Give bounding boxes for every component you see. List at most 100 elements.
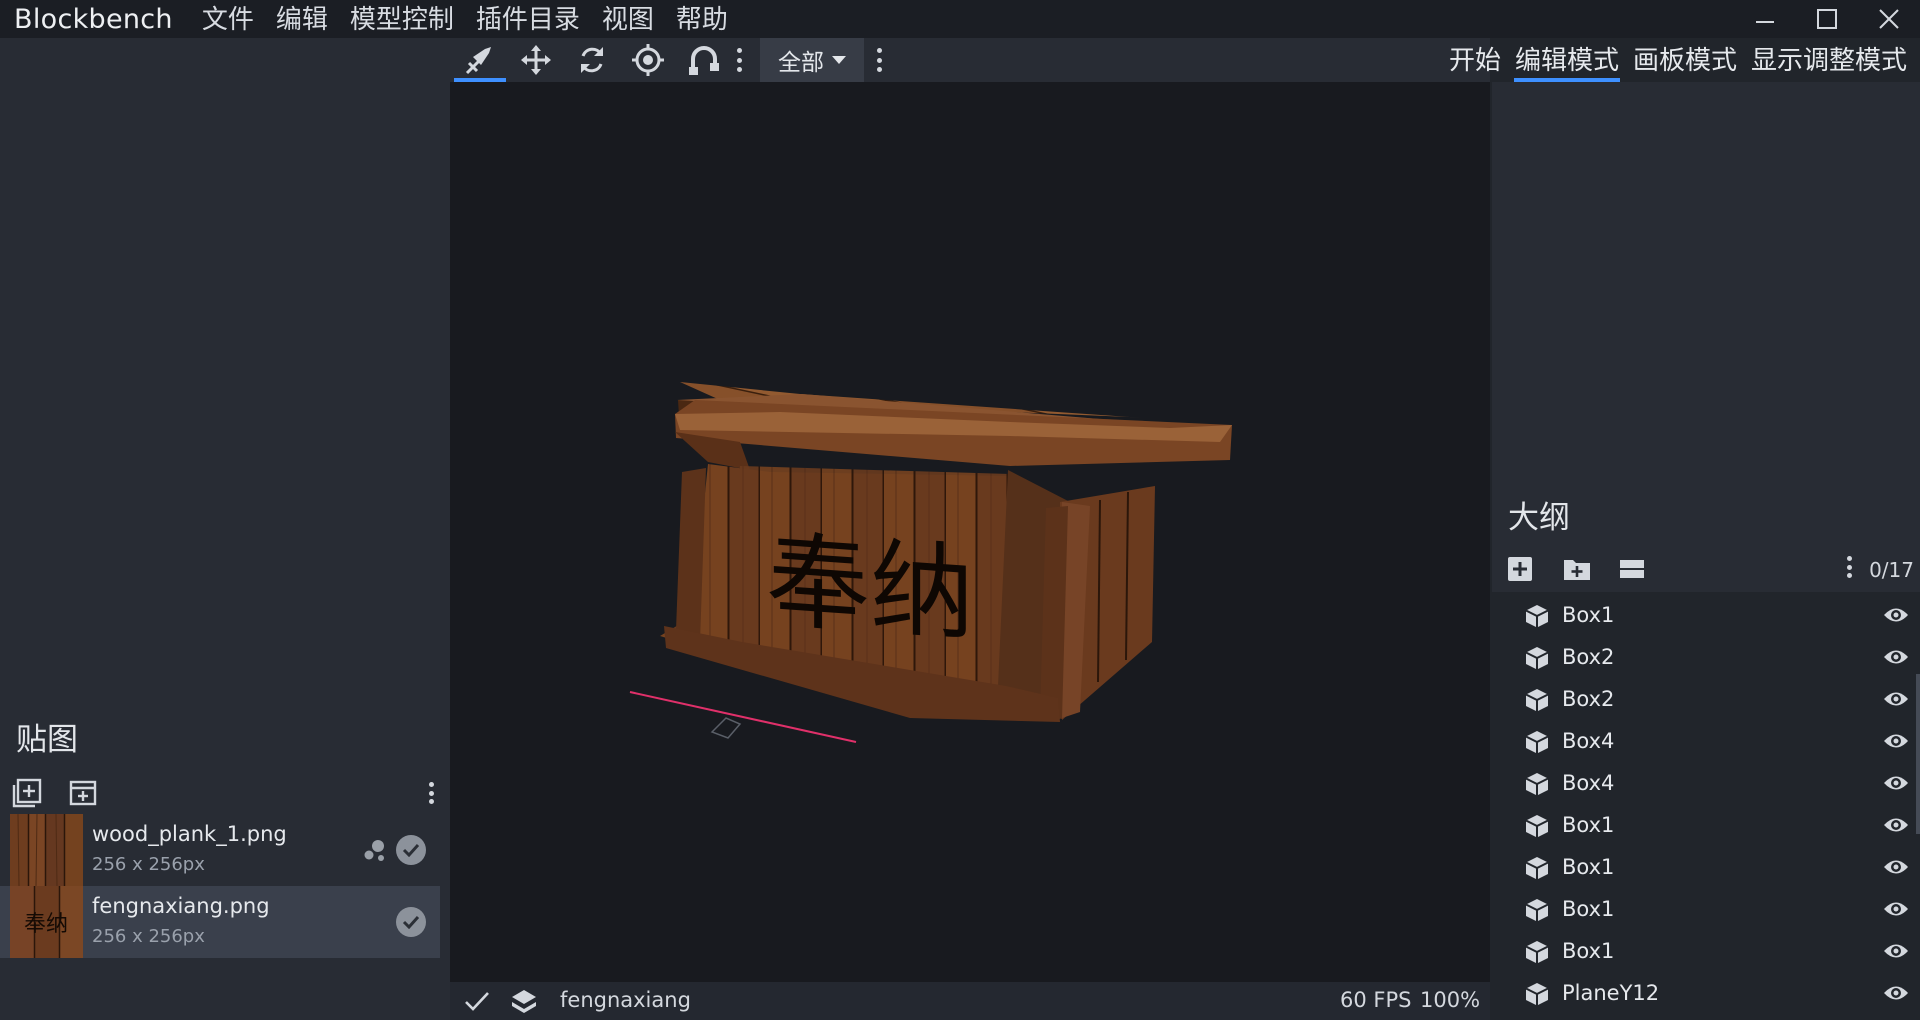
outliner-item[interactable]: Box4 — [1492, 720, 1920, 762]
outliner-item[interactable]: Box1 — [1492, 846, 1920, 888]
menu-help[interactable]: 帮助 — [665, 0, 739, 38]
fps-counter: 60 FPS — [1340, 988, 1412, 1012]
crate-model[interactable]: 奉纳 — [450, 82, 1490, 982]
rotate-tool-button[interactable] — [564, 38, 620, 82]
texture-item[interactable]: 奉纳 fengnaxiang.png 256 x 256px — [0, 886, 440, 958]
eye-icon[interactable] — [1882, 898, 1910, 920]
texture-name: wood_plank_1.png — [92, 822, 287, 846]
tab-display-mode[interactable]: 显示调整模式 — [1744, 38, 1914, 82]
fengnaxiang-texture-image: 奉纳 — [10, 886, 83, 958]
eye-icon[interactable] — [1882, 604, 1910, 626]
window-controls — [1734, 0, 1920, 38]
close-button[interactable] — [1858, 0, 1920, 38]
eye-icon[interactable] — [1882, 688, 1910, 710]
pivot-tool-button[interactable] — [620, 38, 676, 82]
model-name: fengnaxiang — [560, 988, 691, 1012]
crate-front-text: 奉纳 — [766, 519, 974, 655]
eye-icon[interactable] — [1882, 982, 1910, 1004]
texture-size: 256 x 256px — [92, 926, 205, 947]
cube-icon — [1525, 689, 1549, 712]
particle-texture-button[interactable] — [362, 838, 388, 862]
outliner-item-label: Box2 — [1562, 687, 1615, 711]
outliner-item-label: Box1 — [1562, 813, 1615, 837]
close-icon — [1879, 9, 1899, 29]
outliner-heading: 大纲 — [1508, 500, 1570, 536]
eye-icon[interactable] — [1882, 940, 1910, 962]
textures-heading: 贴图 — [16, 722, 78, 758]
outliner-more-button[interactable] — [1846, 556, 1860, 586]
right-sidebar: 大纲 0/17 Box1 Box2 Box2 Box4 Box4 Box1 Bo… — [1492, 82, 1920, 1020]
eye-icon[interactable] — [1882, 772, 1910, 794]
tools-more-button[interactable] — [726, 38, 752, 82]
add-cube-icon — [1508, 557, 1532, 581]
cube-icon — [1525, 773, 1549, 796]
outliner-item-label: PlaneY12 — [1562, 981, 1660, 1005]
app-title: Blockbench — [14, 3, 173, 35]
more-vertical-icon — [736, 48, 742, 72]
vertex-snap-icon — [689, 46, 719, 75]
cube-icon — [1525, 983, 1549, 1006]
collapse-all-button[interactable] — [1618, 555, 1648, 585]
check-icon — [402, 915, 420, 929]
check-icon — [402, 843, 420, 857]
import-texture-button[interactable] — [12, 778, 42, 808]
menu-edit[interactable]: 编辑 — [265, 0, 339, 38]
texture-used-toggle[interactable] — [396, 835, 426, 865]
move-tool-button[interactable] — [452, 38, 508, 82]
textures-toolbar — [0, 770, 450, 814]
saved-status — [464, 990, 490, 1017]
menu-model[interactable]: 模型控制 — [339, 0, 465, 38]
menu-file[interactable]: 文件 — [191, 0, 265, 38]
outliner-item[interactable]: Box4 — [1492, 762, 1920, 804]
pivot-tool-icon — [632, 44, 664, 76]
particle-icon — [364, 840, 384, 861]
tab-edit-mode[interactable]: 编辑模式 — [1508, 38, 1626, 82]
outliner-item[interactable]: Box1 — [1492, 888, 1920, 930]
eye-icon[interactable] — [1882, 814, 1910, 836]
outliner-item[interactable]: PlaneY12 — [1492, 972, 1920, 1014]
outliner-item-label: Box1 — [1562, 897, 1615, 921]
add-cube-button[interactable] — [1506, 555, 1536, 585]
status-bar: fengnaxiang 60 FPS 100% — [450, 982, 1490, 1020]
3d-viewport[interactable]: 奉纳 — [450, 82, 1490, 982]
cube-icon — [1525, 647, 1549, 670]
menu-view[interactable]: 视图 — [591, 0, 665, 38]
add-folder-icon — [1564, 560, 1590, 580]
add-group-button[interactable] — [1562, 555, 1592, 585]
eye-icon[interactable] — [1882, 646, 1910, 668]
cube-icon — [1525, 815, 1549, 838]
tab-paint-mode[interactable]: 画板模式 — [1626, 38, 1744, 82]
maximize-button[interactable] — [1796, 0, 1858, 38]
more-vertical-icon — [876, 48, 882, 72]
texture-thumb-text: 奉纳 — [24, 912, 68, 937]
outliner-scrollbar[interactable] — [1916, 674, 1920, 834]
create-texture-button[interactable] — [68, 778, 98, 808]
outliner-item[interactable]: Box1 — [1492, 594, 1920, 636]
outliner-item-label: Box4 — [1562, 729, 1615, 753]
cube-icon — [1525, 605, 1549, 628]
tab-start[interactable]: 开始 — [1442, 38, 1508, 82]
selection-mode-dropdown[interactable]: 全部 — [760, 38, 864, 82]
menu-plugins[interactable]: 插件目录 — [465, 0, 591, 38]
cube-icon — [1525, 731, 1549, 754]
outliner-item-label: Box1 — [1562, 855, 1615, 879]
outliner-item[interactable]: Box2 — [1492, 636, 1920, 678]
main-toolbar: 全部 — [450, 38, 1490, 82]
minimize-icon — [1756, 21, 1774, 23]
outliner-item[interactable]: Box2 — [1492, 678, 1920, 720]
resize-tool-icon — [521, 45, 551, 75]
toolbar-more-button[interactable] — [866, 38, 892, 82]
outliner-item-label: Box1 — [1562, 603, 1615, 627]
vertex-snap-button[interactable] — [676, 38, 732, 82]
texture-used-toggle[interactable] — [396, 907, 426, 937]
outliner-toolbar: 0/17 — [1492, 550, 1920, 590]
texture-thumbnail — [10, 814, 83, 886]
outliner-item[interactable]: Box1 — [1492, 930, 1920, 972]
eye-icon[interactable] — [1882, 730, 1910, 752]
outliner-item[interactable]: Box1 — [1492, 804, 1920, 846]
eye-icon[interactable] — [1882, 856, 1910, 878]
minimize-button[interactable] — [1734, 0, 1796, 38]
textures-more-button[interactable] — [428, 778, 442, 808]
texture-item[interactable]: wood_plank_1.png 256 x 256px — [0, 814, 440, 886]
resize-tool-button[interactable] — [508, 38, 564, 82]
